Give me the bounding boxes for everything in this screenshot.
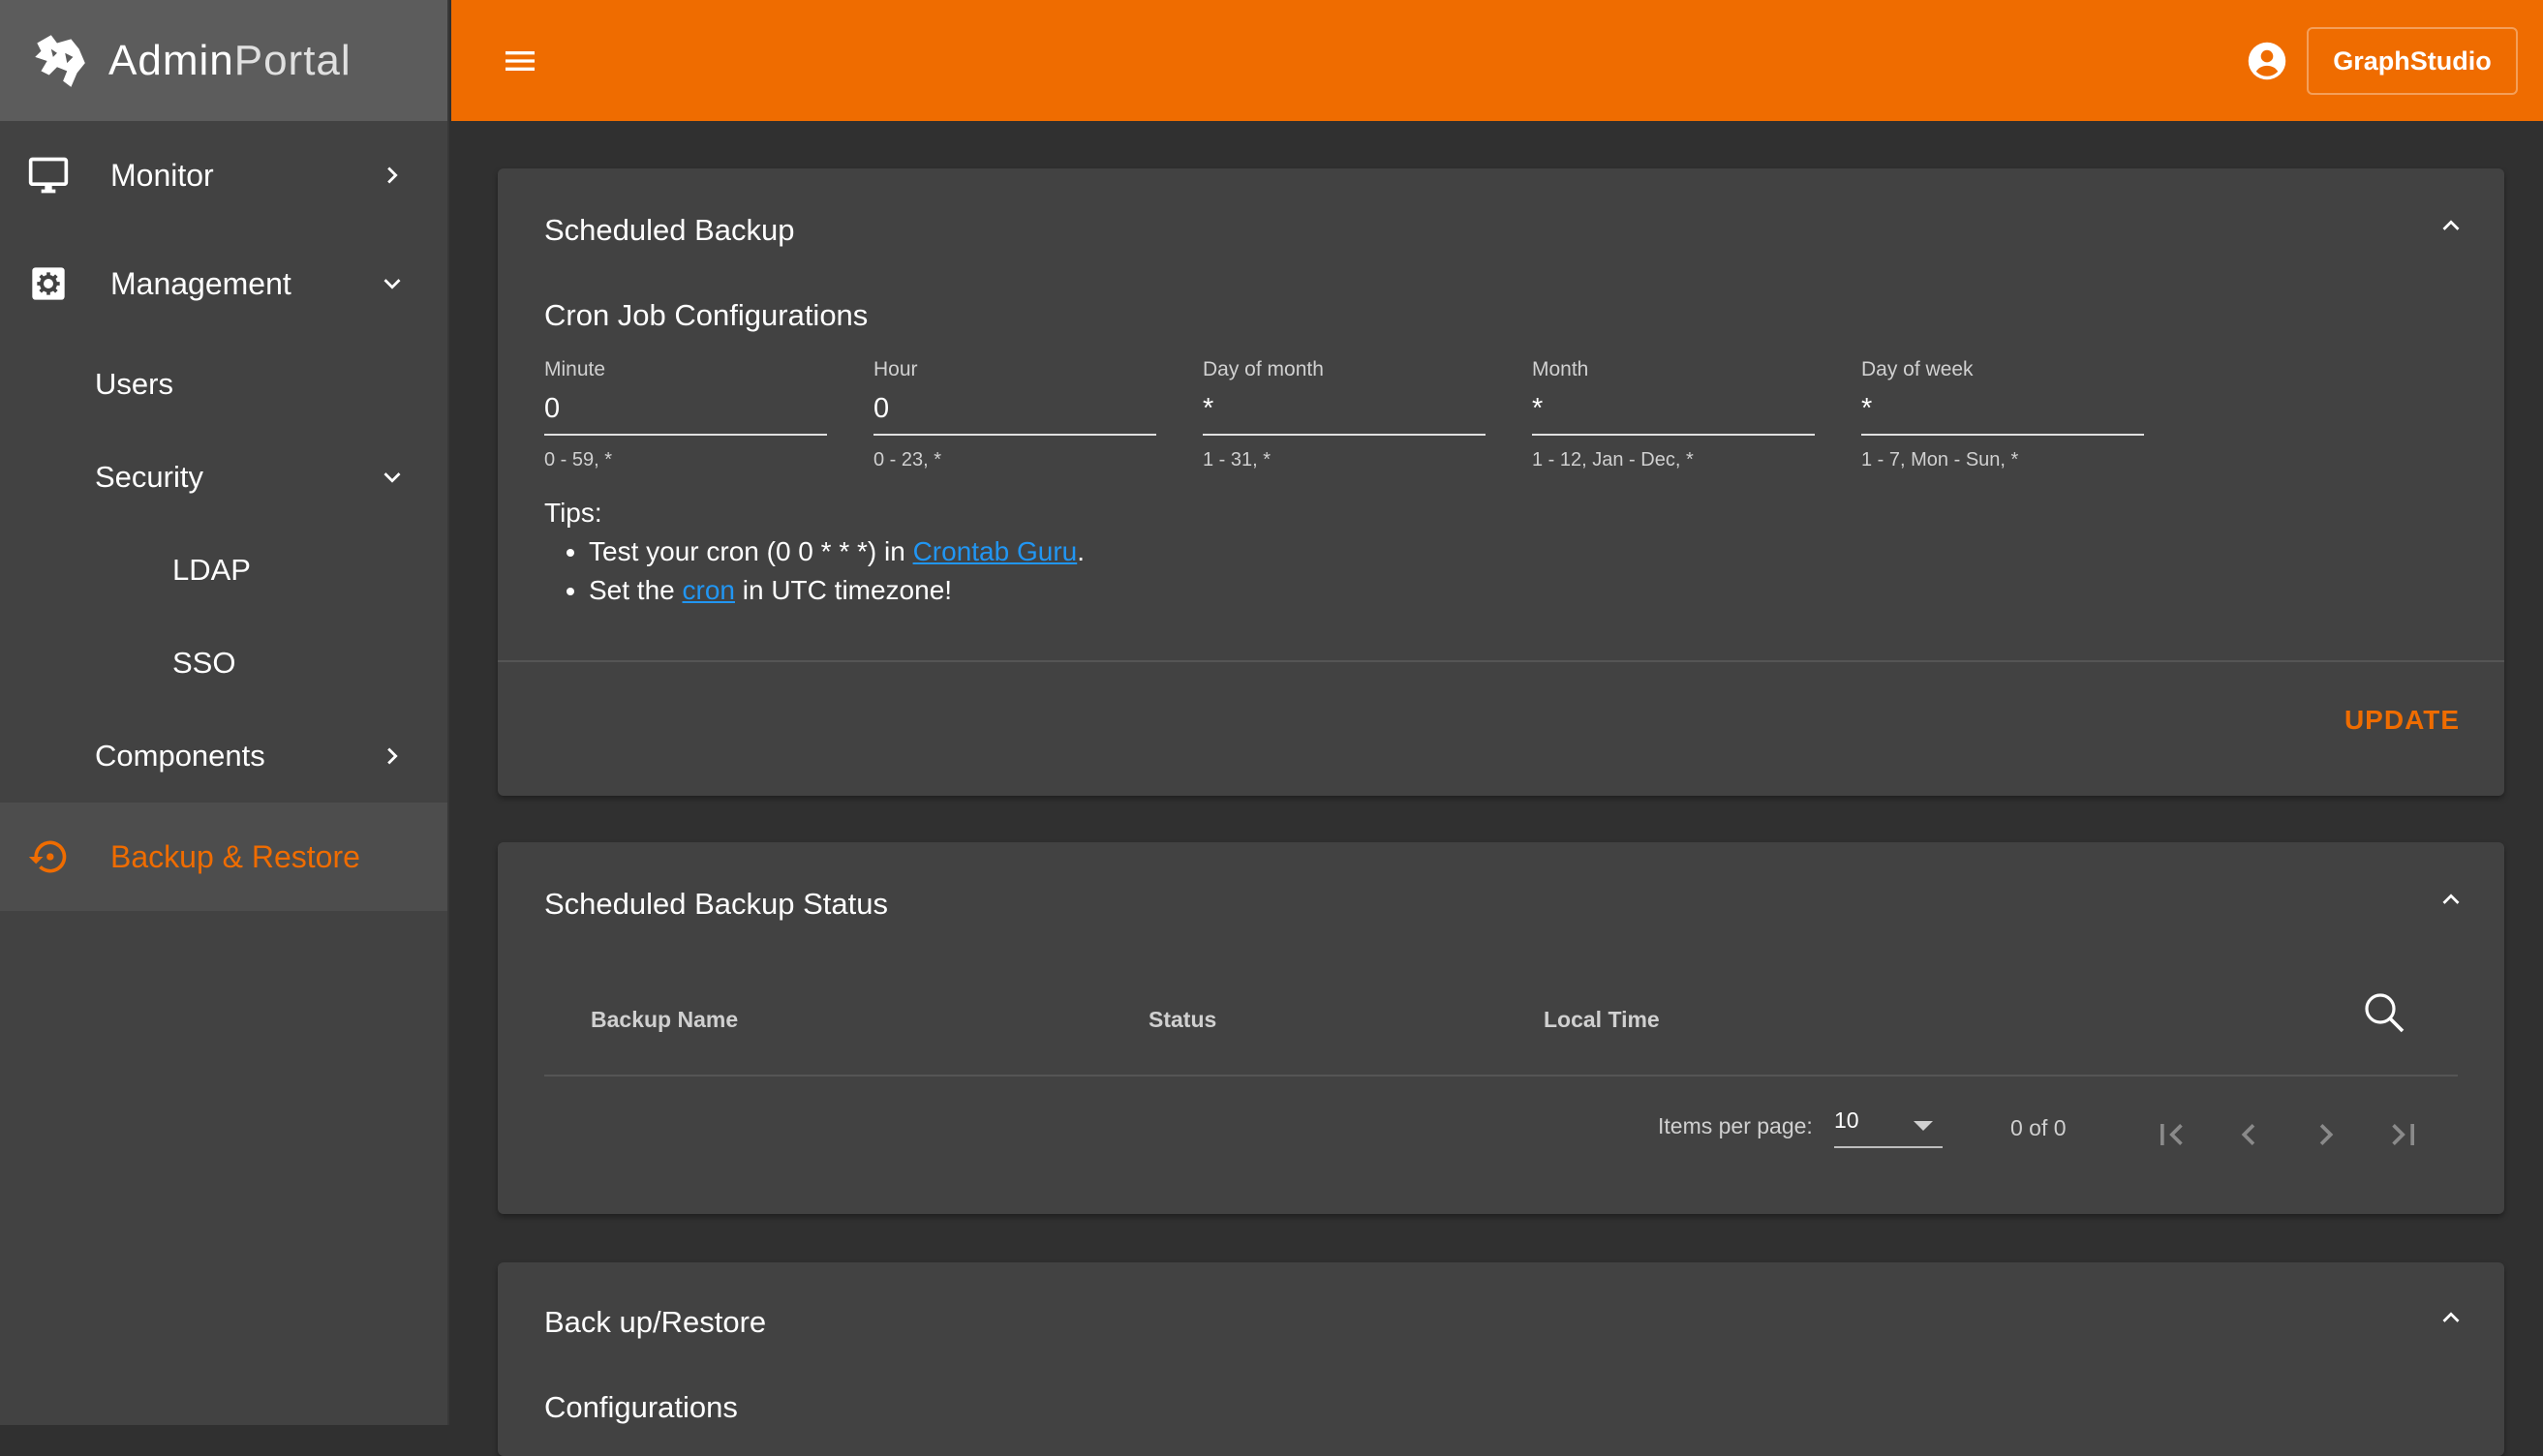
next-page-icon[interactable]: [2305, 1113, 2347, 1156]
field-label: Hour: [873, 358, 918, 380]
hour-input[interactable]: 0: [873, 391, 1156, 436]
tiger-logo-icon: [35, 34, 85, 87]
chevron-up-icon[interactable]: [2435, 1301, 2467, 1334]
month-input[interactable]: *: [1532, 391, 1815, 436]
hour-field[interactable]: Hour 0 0 - 23, *: [873, 358, 1156, 471]
tip-text: in UTC timezone!: [734, 575, 953, 605]
day-of-month-field[interactable]: Day of month * 1 - 31, *: [1203, 358, 1486, 471]
day-of-week-input[interactable]: *: [1861, 391, 2144, 436]
sidebar-item-label: Security: [95, 460, 203, 494]
sidebar-item-label: SSO: [172, 646, 236, 680]
brand-name: AdminPortal: [108, 37, 352, 85]
first-page-icon[interactable]: [2150, 1113, 2192, 1156]
previous-page-icon[interactable]: [2227, 1113, 2270, 1156]
tip-text: Set the: [589, 575, 683, 605]
sidebar-item-label: Management: [110, 265, 291, 301]
day-of-month-input[interactable]: *: [1203, 391, 1486, 436]
update-button[interactable]: UPDATE: [2344, 705, 2460, 736]
sidebar-item-monitor[interactable]: Monitor: [0, 121, 447, 229]
account-circle-icon[interactable]: [2247, 41, 2287, 81]
month-field[interactable]: Month * 1 - 12, Jan - Dec, *: [1532, 358, 1815, 471]
column-header-backup-name[interactable]: Backup Name: [591, 1007, 738, 1033]
minute-input[interactable]: 0: [544, 391, 827, 436]
sidebar-item-users[interactable]: Users: [0, 338, 447, 431]
search-icon[interactable]: [2361, 989, 2407, 1036]
minute-field[interactable]: Minute 0 0 - 59, *: [544, 358, 827, 471]
range-label: 0 of 0: [2010, 1115, 2067, 1140]
backup-status-card: Scheduled Backup Status Backup Name Stat…: [498, 842, 2504, 1214]
sidebar-item-management[interactable]: Management: [0, 229, 447, 338]
tip-item: Test your cron (0 0 * * *) in Crontab Gu…: [589, 532, 1085, 571]
field-hint: 0 - 23, *: [873, 449, 942, 470]
items-per-page-value: 10: [1834, 1107, 1859, 1133]
divider: [498, 660, 2504, 662]
sidebar-item-security[interactable]: Security: [0, 431, 447, 524]
column-header-status[interactable]: Status: [1149, 1007, 1216, 1033]
cron-config-heading: Cron Job Configurations: [544, 298, 869, 332]
column-header-local-time[interactable]: Local Time: [1544, 1007, 1660, 1033]
top-bar: GraphStudio: [451, 0, 2543, 121]
restore-icon: [27, 835, 70, 878]
sidebar-item-label: Monitor: [110, 157, 214, 193]
chevron-down-icon: [383, 279, 401, 289]
table-divider: [544, 1075, 2458, 1077]
field-label: Day of month: [1203, 358, 1324, 380]
configurations-heading: Configurations: [544, 1390, 738, 1424]
sidebar-item-backup-restore[interactable]: Backup & Restore: [0, 803, 447, 911]
brand-name-bold: Admin: [108, 36, 234, 84]
last-page-icon[interactable]: [2382, 1113, 2425, 1156]
field-hint: 1 - 7, Mon - Sun, *: [1861, 449, 2019, 470]
card-title: Scheduled Backup Status: [544, 887, 889, 921]
sidebar-nav: Monitor Management Users Security LDAP S…: [0, 121, 447, 911]
sidebar-item-components[interactable]: Components: [0, 710, 447, 803]
field-label: Minute: [544, 358, 606, 380]
card-title: Scheduled Backup: [544, 213, 795, 247]
chevron-right-icon: [387, 167, 398, 184]
settings-icon: [27, 262, 70, 305]
tips-list: Test your cron (0 0 * * *) in Crontab Gu…: [589, 532, 1085, 610]
sidebar-item-label: Backup & Restore: [110, 838, 360, 874]
tip-text: .: [1077, 536, 1085, 566]
items-per-page-label: Items per page:: [1658, 1113, 1813, 1138]
tip-text: Test your cron (0 0 * * *) in: [589, 536, 913, 566]
scheduled-backup-card: Scheduled Backup Cron Job Configurations…: [498, 168, 2504, 796]
field-label: Month: [1532, 358, 1589, 380]
dropdown-arrow-icon: [1914, 1121, 1933, 1131]
field-label: Day of week: [1861, 358, 1974, 380]
chevron-down-icon: [383, 472, 401, 483]
sidebar: AdminPortal Monitor Management Users Sec…: [0, 0, 449, 1425]
chevron-up-icon[interactable]: [2435, 209, 2467, 242]
sidebar-item-label: LDAP: [172, 553, 251, 587]
backup-restore-card: Back up/Restore Configurations: [498, 1262, 2504, 1456]
menu-icon[interactable]: [500, 42, 540, 80]
graphstudio-button[interactable]: GraphStudio: [2307, 27, 2518, 95]
field-hint: 1 - 12, Jan - Dec, *: [1532, 449, 1694, 470]
sidebar-item-label: Users: [95, 367, 173, 401]
sidebar-item-sso[interactable]: SSO: [0, 617, 447, 710]
items-per-page-select[interactable]: 10: [1834, 1107, 1943, 1148]
sidebar-item-label: Components: [95, 739, 265, 773]
chevron-up-icon[interactable]: [2435, 883, 2467, 916]
tips: Tips: Test your cron (0 0 * * *) in Cron…: [544, 494, 1085, 610]
cron-link[interactable]: cron: [683, 575, 735, 605]
monitor-icon: [27, 154, 70, 197]
brand-header[interactable]: AdminPortal: [0, 0, 447, 121]
crontab-guru-link[interactable]: Crontab Guru: [913, 536, 1078, 566]
field-hint: 1 - 31, *: [1203, 449, 1272, 470]
tips-heading: Tips:: [544, 498, 602, 528]
sidebar-item-ldap[interactable]: LDAP: [0, 524, 447, 617]
card-title: Back up/Restore: [544, 1305, 767, 1339]
chevron-right-icon: [387, 747, 398, 765]
day-of-week-field[interactable]: Day of week * 1 - 7, Mon - Sun, *: [1861, 358, 2144, 471]
tip-item: Set the cron in UTC timezone!: [589, 571, 1085, 610]
brand-name-thin: Portal: [233, 36, 352, 84]
field-hint: 0 - 59, *: [544, 449, 613, 470]
